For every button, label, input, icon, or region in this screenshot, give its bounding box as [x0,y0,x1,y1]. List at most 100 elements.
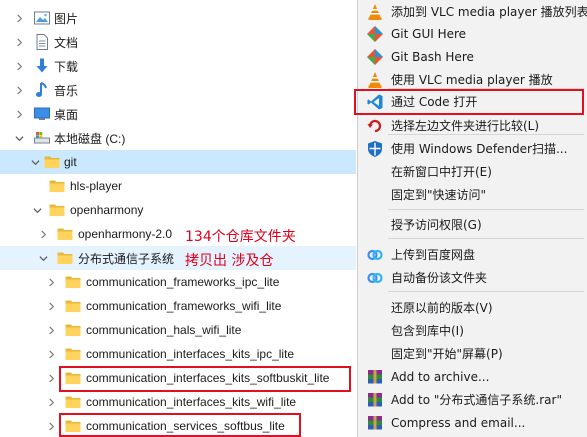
tree-item-label: 桌面 [54,107,79,122]
menu-separator [388,209,584,210]
menu-item-vlc-add-to-playlist[interactable]: 添加到 VLC media player 播放列表 [358,0,587,23]
menu-item-git-gui-here[interactable]: Git GUI Here [358,22,587,45]
chevron-right-icon[interactable] [46,349,56,359]
annotation-repo-count: 134个仓库文件夹 [185,229,296,245]
tree-item-distributed-communication[interactable]: 分布式通信子系统 [0,246,356,270]
menu-item-add-to-rar[interactable]: Add to "分布式通信子系统.rar" [358,388,587,411]
tree-item-label: communication_frameworks_ipc_lite [86,275,280,289]
menu-separator [388,134,584,135]
git-bash-icon [366,48,384,66]
chevron-right-icon[interactable] [46,397,56,407]
menu-item-upload-baidu[interactable]: 上传到百度网盘 [358,243,587,266]
highlight-box-softbus-lite [59,413,301,437]
folder-icon [64,273,82,291]
tree-item-label: 文档 [54,35,79,50]
winrar-icon [366,414,384,432]
menu-item-open-new-window[interactable]: 在新窗口中打开(E) [358,160,587,183]
folder-icon [48,201,66,219]
chevron-down-icon[interactable] [38,253,48,263]
vlc-icon [366,71,384,89]
tree-item-communication-frameworks-wifi-lite[interactable]: communication_frameworks_wifi_lite [0,294,356,318]
menu-item-pin-to-start[interactable]: 固定到"开始"屏幕(P) [358,342,587,365]
chevron-right-icon[interactable] [46,373,56,383]
folder-icon [56,249,74,267]
menu-item-grant-access[interactable]: 授予访问权限(G) [358,213,587,236]
baidu-netdisk-icon [366,269,384,287]
downloads-folder-icon [33,57,51,75]
tree-item-hls-player[interactable]: hls-player [0,174,356,198]
tree-item-label: openharmony-2.0 [78,227,173,241]
pictures-folder-icon [33,9,51,27]
tree-item-label: communication_hals_wifi_lite [86,323,242,337]
local-disk-icon [33,129,51,147]
highlight-box-softbuskit [59,366,351,392]
tree-item-music[interactable]: 音乐 [0,78,356,102]
tree-item-communication-frameworks-ipc-lite[interactable]: communication_frameworks_ipc_lite [0,270,356,294]
menu-item-include-in-library[interactable]: 包含到库中(I) [358,319,587,342]
chevron-right-icon[interactable] [46,325,56,335]
tree-item-git[interactable]: git [0,150,356,174]
chevron-right-icon[interactable] [14,109,24,119]
folder-icon [64,297,82,315]
folder-icon [48,177,66,195]
compare-icon [366,117,384,135]
vlc-icon [366,3,384,21]
annotation-copy-out: 拷贝出 涉及仓 [185,253,274,269]
tree-item-label: 音乐 [54,83,79,98]
menu-item-auto-backup[interactable]: 自动备份该文件夹 [358,266,587,289]
git-gui-icon [366,25,384,43]
chevron-right-icon[interactable] [14,85,24,95]
menu-item-add-to-archive[interactable]: Add to archive... [358,365,587,388]
chevron-down-icon[interactable] [30,157,40,167]
desktop-folder-icon [33,105,51,123]
chevron-right-icon[interactable] [14,37,24,47]
tree-item-communication-hals-wifi-lite[interactable]: communication_hals_wifi_lite [0,318,356,342]
folder-icon [56,225,74,243]
folder-icon [64,393,82,411]
menu-item-pin-quick-access[interactable]: 固定到"快速访问" [358,183,587,206]
tree-item-label: 下载 [54,59,79,74]
chevron-down-icon[interactable] [32,205,42,215]
tree-item-openharmony[interactable]: openharmony [0,198,356,222]
chevron-right-icon[interactable] [38,229,48,239]
menu-item-compress-and-email[interactable]: Compress and email... [358,411,587,434]
tree-item-openharmony-2-0[interactable]: openharmony-2.0 [0,222,356,246]
chevron-right-icon[interactable] [46,301,56,311]
chevron-right-icon[interactable] [14,13,24,23]
tree-item-pictures[interactable]: 图片 [0,6,356,30]
tree-item-label: 分布式通信子系统 [78,251,175,266]
tree-item-label: 图片 [54,11,79,26]
tree-item-label: git [64,155,77,169]
tree-item-documents[interactable]: 文档 [0,30,356,54]
tree-item-communication-interfaces-kits-wifi-lite[interactable]: communication_interfaces_kits_wifi_lite [0,390,356,414]
music-folder-icon [33,81,51,99]
baidu-netdisk-icon [366,246,384,264]
tree-item-label: openharmony [70,203,144,217]
menu-separator [388,238,584,239]
menu-item-git-bash-here[interactable]: Git Bash Here [358,45,587,68]
context-menu: 添加到 VLC media player 播放列表 Git GUI Here G… [354,0,587,437]
tree-item-communication-interfaces-kits-ipc-lite[interactable]: communication_interfaces_kits_ipc_lite [0,342,356,366]
tree-item-label: 本地磁盘 (C:) [54,131,126,146]
chevron-down-icon[interactable] [14,133,24,143]
tree-item-desktop[interactable]: 桌面 [0,102,356,126]
winrar-icon [366,368,384,386]
tree-item-label: communication_frameworks_wifi_lite [86,299,282,313]
navigation-tree: 图片 文档 下载 音乐 桌面 本地磁盘 (C:) git hls-player … [0,0,356,437]
tree-item-local-disk[interactable]: 本地磁盘 (C:) [0,126,356,150]
chevron-right-icon[interactable] [46,421,56,431]
folder-icon [43,153,61,171]
folder-icon [64,321,82,339]
tree-item-label: communication_interfaces_kits_ipc_lite [86,347,295,361]
menu-item-defender-scan[interactable]: 使用 Windows Defender扫描... [358,137,587,160]
tree-item-downloads[interactable]: 下载 [0,54,356,78]
tree-item-label: hls-player [70,179,123,193]
chevron-right-icon[interactable] [46,277,56,287]
highlight-box-open-with-code [354,89,584,115]
menu-item-restore-previous[interactable]: 还原以前的版本(V) [358,296,587,319]
chevron-right-icon[interactable] [14,61,24,71]
winrar-icon [366,391,384,409]
defender-shield-icon [366,140,384,158]
documents-folder-icon [33,33,51,51]
menu-separator [388,291,584,292]
